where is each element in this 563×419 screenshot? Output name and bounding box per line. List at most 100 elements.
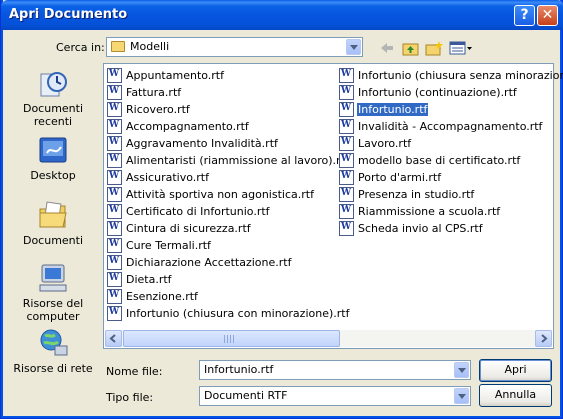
rtf-document-icon — [339, 102, 354, 117]
file-name: Ricovero.rtf — [126, 103, 190, 116]
place-label: Risorse di rete — [13, 362, 93, 375]
rtf-document-icon — [107, 85, 122, 100]
desktop-icon — [39, 137, 67, 163]
file-name: Riammissione a scuola.rtf — [358, 205, 501, 218]
file-list[interactable]: Appuntamento.rtf Fattura.rtf Ricovero.rtf A… — [103, 63, 563, 349]
file-name: Invalidità - Accompagnamento.rtf — [358, 120, 543, 133]
my-computer-icon — [39, 264, 67, 292]
folder-icon — [111, 41, 125, 52]
file-name: Appuntamento.rtf — [126, 69, 224, 82]
file-name: Presenza in studio.rtf — [358, 188, 475, 201]
new-folder-icon[interactable] — [425, 40, 443, 56]
filename-label: Nome file: — [106, 365, 163, 378]
place-desktop[interactable]: Desktop — [5, 135, 101, 182]
file-name: Dichiarazione Accettazione.rtf — [126, 256, 292, 269]
close-button[interactable]: ✕ — [537, 5, 558, 26]
file-name: Aggravamento Invalidità.rtf — [126, 137, 278, 150]
place-recent-documents[interactable]: Documenti recenti — [5, 68, 101, 128]
file-name: Esenzione.rtf — [126, 290, 198, 303]
file-name: Alimentaristi (riammissione al lavoro).r… — [126, 154, 349, 167]
rtf-document-icon — [339, 85, 354, 100]
file-name: Dieta.rtf — [126, 273, 172, 286]
file-name: Cintura di sicurezza.rtf — [126, 222, 251, 235]
rtf-document-icon — [339, 221, 354, 236]
file-name: Scheda invio al CPS.rtf — [358, 222, 483, 235]
view-menu-icon[interactable] — [449, 40, 473, 56]
scroll-left-button[interactable] — [105, 330, 122, 347]
rtf-document-icon — [339, 153, 354, 168]
rtf-document-icon — [339, 136, 354, 151]
rtf-document-icon — [107, 153, 122, 168]
cancel-button-label: Annulla — [494, 388, 537, 401]
place-label: Documenti recenti — [22, 102, 84, 128]
chevron-left-icon — [109, 334, 116, 343]
up-folder-icon[interactable] — [402, 40, 420, 56]
filetype-label: Tipo file: — [106, 391, 154, 404]
window-title: Apri Documento — [9, 7, 128, 22]
file-name: Attività sportiva non agonistica.rtf — [126, 188, 314, 201]
rtf-document-icon — [339, 187, 354, 202]
recent-documents-icon — [40, 72, 67, 97]
rtf-document-icon — [107, 136, 122, 151]
place-label: Documenti — [22, 234, 84, 247]
file-name: Infortunio (chiusura con minorazione).rt… — [126, 307, 350, 320]
rtf-document-icon — [339, 119, 354, 134]
rtf-document-icon — [107, 170, 122, 185]
network-places-icon — [40, 329, 68, 356]
file-name: Infortunio (continuazione).rtf — [358, 86, 517, 99]
rtf-document-icon — [107, 102, 122, 117]
rtf-document-icon — [107, 119, 122, 134]
help-button[interactable]: ? — [514, 5, 535, 26]
place-label: Risorse del computer — [22, 297, 84, 323]
rtf-document-icon — [339, 68, 354, 83]
rtf-document-icon — [107, 68, 122, 83]
file-name: Assicurativo.rtf — [126, 171, 209, 184]
chevron-down-icon[interactable] — [454, 388, 469, 404]
scroll-grip — [224, 335, 236, 343]
chevron-down-icon[interactable] — [454, 362, 469, 378]
look-in-label: Cerca in: — [56, 41, 105, 54]
file-name: Certificato di Infortunio.rtf — [126, 205, 270, 218]
rtf-document-icon — [107, 306, 122, 321]
places-bar: Documenti recenti Desktop Documenti Riso… — [5, 63, 101, 378]
filetype-value: Documenti RTF — [204, 389, 288, 402]
rtf-document-icon — [107, 187, 122, 202]
file-name: Porto d'armi.rtf — [358, 171, 442, 184]
file-name: Accompagnamento.rtf — [126, 120, 249, 133]
place-my-documents[interactable]: Documenti — [5, 200, 101, 247]
rtf-document-icon — [107, 272, 122, 287]
place-network[interactable]: Risorse di rete — [5, 328, 101, 375]
open-button-label: Apri — [504, 363, 527, 376]
cancel-button[interactable]: Annulla — [479, 384, 552, 407]
file-name: modello base di certificato.rtf — [358, 154, 521, 167]
title-bar[interactable]: Apri Documento ? ✕ — [1, 0, 563, 30]
filename-value: Infortunio.rtf — [204, 363, 274, 376]
my-documents-icon — [39, 201, 67, 228]
rtf-document-icon — [107, 238, 122, 253]
file-name: Cure Termali.rtf — [126, 239, 211, 252]
close-icon: ✕ — [541, 7, 554, 23]
chevron-down-icon[interactable] — [346, 39, 361, 55]
rtf-document-icon — [107, 289, 122, 304]
rtf-document-icon — [339, 170, 354, 185]
filename-input[interactable]: Infortunio.rtf — [199, 360, 471, 380]
rtf-document-icon — [107, 221, 122, 236]
open-button[interactable]: Apri — [479, 359, 552, 382]
look-in-value: Modelli — [130, 40, 170, 53]
scroll-thumb[interactable] — [123, 330, 340, 347]
scroll-right-button[interactable] — [535, 330, 552, 347]
place-my-computer[interactable]: Risorse del computer — [5, 263, 101, 323]
place-label: Desktop — [30, 169, 76, 182]
horizontal-scrollbar[interactable] — [105, 330, 552, 347]
file-name: Infortunio.rtf — [355, 102, 430, 117]
file-name: Infortunio (chiusura senza minorazione). — [358, 69, 563, 82]
file-name: Lavoro.rtf — [358, 137, 412, 150]
open-document-dialog: Apri Documento ? ✕ Cerca in: Modelli Doc… — [0, 0, 563, 419]
rtf-document-icon — [107, 255, 122, 270]
help-icon: ? — [520, 7, 529, 23]
back-arrow-icon[interactable] — [379, 40, 395, 56]
file-name: Fattura.rtf — [126, 86, 182, 99]
look-in-dropdown[interactable]: Modelli — [106, 37, 363, 57]
rtf-document-icon — [339, 204, 354, 219]
filetype-dropdown[interactable]: Documenti RTF — [199, 386, 471, 406]
